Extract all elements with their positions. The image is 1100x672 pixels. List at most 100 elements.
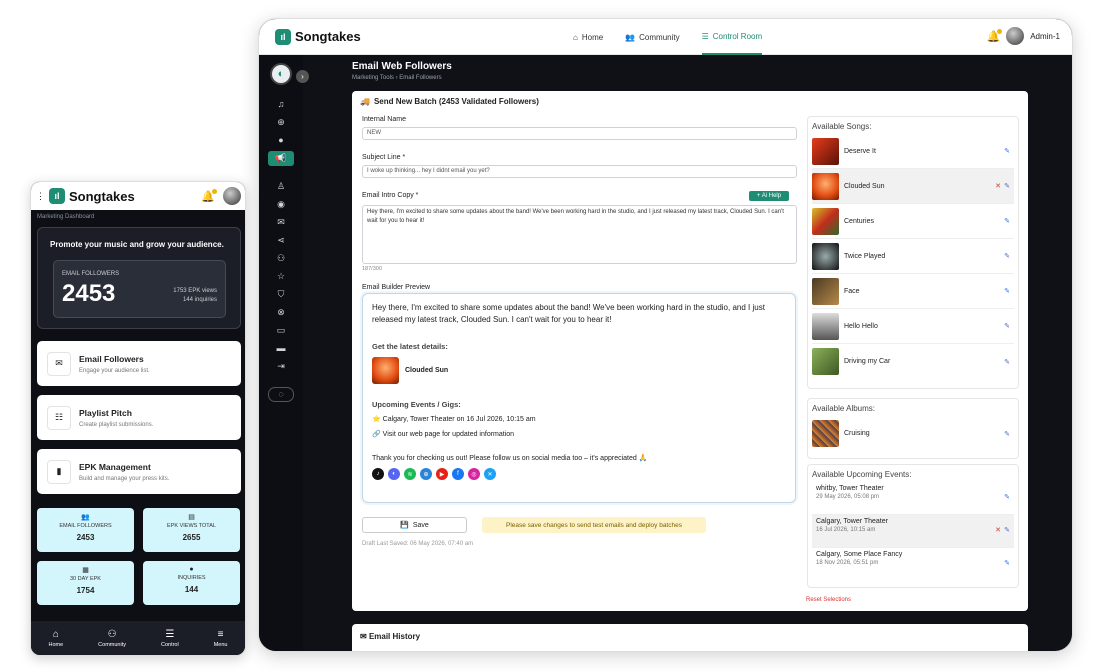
char-count: 187/300 — [362, 266, 382, 272]
event-row[interactable]: Calgary, Some Place Fancy 18 Nov 2026, 05… — [812, 548, 1014, 581]
edit-icon[interactable]: ✎ — [1004, 147, 1010, 155]
brand-logo[interactable]: ıl Songtakes — [275, 28, 361, 45]
logout-icon[interactable]: ⇥ — [268, 359, 294, 374]
edit-icon[interactable]: ✎ — [1004, 182, 1010, 190]
brand-name: Songtakes — [295, 29, 361, 44]
stat-inquiries: ● INQUIRIES 144 — [143, 561, 240, 605]
draft-status: Draft Last Saved: 06 May 2026, 07:40 am — [362, 541, 474, 547]
edit-icon[interactable]: ✎ — [1004, 322, 1010, 330]
nav-home[interactable]: ⌂ Home — [573, 19, 603, 55]
user-name[interactable]: Admin-1 — [1030, 32, 1060, 41]
avatar[interactable] — [223, 187, 241, 205]
edit-icon[interactable]: ✎ — [1004, 287, 1010, 295]
document-icon: ▤ — [188, 514, 195, 521]
reset-selections-link[interactable]: Reset Selections — [806, 597, 851, 603]
facebook-icon[interactable]: f — [452, 468, 464, 480]
nav-control-room[interactable]: ☰ Control Room — [701, 19, 763, 55]
bell-icon[interactable]: 🔔 — [201, 188, 217, 203]
discord-icon[interactable]: ◐ — [388, 468, 400, 480]
internal-name-label: Internal Name — [362, 116, 406, 123]
intro-textarea[interactable]: Hey there, I'm excited to share some upd… — [362, 205, 797, 264]
subject-input[interactable]: I woke up thinking... hey I didnt email … — [362, 165, 797, 178]
song-artwork[interactable] — [372, 357, 399, 384]
eye-icon[interactable]: ◉ — [268, 197, 294, 212]
group-icon[interactable]: ⚇ — [268, 251, 294, 266]
chat-icon[interactable]: ◌ — [268, 386, 294, 402]
twitter-icon[interactable]: ✕ — [484, 468, 496, 480]
avatar[interactable] — [1006, 27, 1025, 45]
event-row[interactable]: whitby, Tower Theater 29 May 2026, 05:08 … — [812, 482, 1014, 515]
user-icon[interactable]: ● — [268, 133, 294, 148]
song-row[interactable]: Driving my Car ✎ — [812, 344, 1014, 379]
app-logo-icon[interactable]: ◐ — [270, 63, 292, 85]
youtube-icon[interactable]: ▶ — [436, 468, 448, 480]
edit-icon[interactable]: ✎ — [1004, 358, 1010, 366]
followers-summary: EMAIL FOLLOWERS 2453 1753 EPK views 144 i… — [53, 260, 226, 318]
globe-icon[interactable]: ⊕ — [268, 115, 294, 130]
mnav-control[interactable]: ☰ Control — [161, 629, 179, 648]
save-warning: Please save changes to send test emails … — [482, 517, 706, 533]
edit-icon[interactable]: ✎ — [1004, 217, 1010, 225]
ai-help-button[interactable]: + Ai Help — [749, 191, 789, 201]
album-row[interactable]: Cruising ✎ — [812, 416, 1014, 451]
stat-30-day-epk: ▦ 30 DAY EPK 1754 — [37, 561, 134, 605]
playlist-pitch-card[interactable]: ☷ Playlist Pitch Create playlist submissio… — [37, 395, 241, 440]
megaphone-icon[interactable]: 📢 — [268, 150, 294, 166]
remove-icon[interactable]: ✕ — [995, 182, 1001, 190]
epk-management-card[interactable]: ▮ EPK Management Build and manage your pre… — [37, 449, 241, 494]
file-icon: ▮ — [47, 459, 71, 484]
preview-link[interactable]: 🔗 Visit our web page for updated informa… — [372, 430, 786, 438]
bell-icon[interactable]: 🔔 — [987, 28, 1003, 43]
edit-icon[interactable]: ✎ — [1004, 252, 1010, 260]
instagram-icon[interactable]: ◎ — [468, 468, 480, 480]
internal-name-input[interactable]: NEW — [362, 127, 797, 140]
web-icon[interactable]: ⊕ — [420, 468, 432, 480]
send-batch-card: 🚚 Send New Batch (2453 Validated Follower… — [352, 91, 1028, 611]
edit-icon[interactable]: ✎ — [1004, 493, 1010, 501]
remove-icon[interactable]: ✕ — [995, 526, 1001, 534]
edit-icon[interactable]: ✎ — [1004, 430, 1010, 438]
users-icon: 👥 — [625, 32, 636, 42]
song-row[interactable]: Deserve It ✎ — [812, 134, 1014, 169]
details-heading: Get the latest details: — [372, 342, 448, 351]
home-icon: ⌂ — [52, 628, 59, 640]
shield-icon[interactable]: ⛉ — [268, 287, 294, 302]
lifebuoy-icon[interactable]: ⊗ — [268, 305, 294, 320]
song-row[interactable]: Twice Played ✎ — [812, 239, 1014, 274]
stat-epk-views: ▤ EPK VIEWS TOTAL 2655 — [143, 508, 240, 552]
event-row[interactable]: Calgary, Tower Theater 16 Jul 2026, 10:15… — [812, 515, 1014, 548]
share-icon[interactable]: ⋖ — [268, 233, 294, 248]
users-icon: ⚇ — [107, 628, 117, 640]
mnav-menu[interactable]: ≡ Menu — [214, 629, 228, 648]
kebab-menu-icon[interactable]: ⋮ — [36, 191, 45, 202]
mail-icon[interactable]: ✉ — [268, 215, 294, 230]
mnav-home[interactable]: ⌂ Home — [49, 629, 64, 648]
mobile-window: ⋮ ıl Songtakes 🔔 Marketing Dashboard Prom… — [30, 181, 246, 656]
logo-icon: ıl — [275, 28, 291, 45]
edit-icon[interactable]: ✎ — [1004, 526, 1010, 534]
card-icon[interactable]: ▬ — [268, 341, 294, 356]
nav-community[interactable]: 👥 Community — [625, 19, 679, 55]
clipboard-icon[interactable]: ▭ — [268, 323, 294, 338]
email-followers-card[interactable]: ✉ Email Followers Engage your audience lis… — [37, 341, 241, 386]
star-icon[interactable]: ☆ — [268, 269, 294, 284]
song-row[interactable]: Hello Hello ✎ — [812, 309, 1014, 344]
music-icon[interactable]: ♫ — [268, 97, 294, 112]
mobile-brand-logo[interactable]: ıl Songtakes — [49, 188, 135, 204]
tiktok-icon[interactable]: ♪ — [372, 468, 384, 480]
expand-sidebar-icon[interactable]: › — [296, 70, 309, 83]
edit-icon[interactable]: ✎ — [1004, 559, 1010, 567]
home-icon: ⌂ — [573, 32, 578, 42]
preview-song[interactable]: Clouded Sun — [405, 367, 448, 374]
song-row[interactable]: Clouded Sun ✕ ✎ — [812, 169, 1014, 204]
mnav-community[interactable]: ⚇ Community — [98, 629, 126, 648]
email-history-card[interactable]: ✉ Email History — [352, 624, 1028, 651]
spotify-icon[interactable]: ≋ — [404, 468, 416, 480]
song-row[interactable]: Face ✎ — [812, 274, 1014, 309]
events-panel: Available Upcoming Events: whitby, Tower… — [807, 464, 1019, 588]
song-row[interactable]: Centuries ✎ — [812, 204, 1014, 239]
save-button[interactable]: 💾 Save — [362, 517, 467, 533]
person-icon[interactable]: ♙ — [268, 179, 294, 194]
main-nav: ⌂ Home 👥 Community ☰ Control Room — [573, 19, 763, 55]
subject-label: Subject Line * — [362, 154, 406, 161]
